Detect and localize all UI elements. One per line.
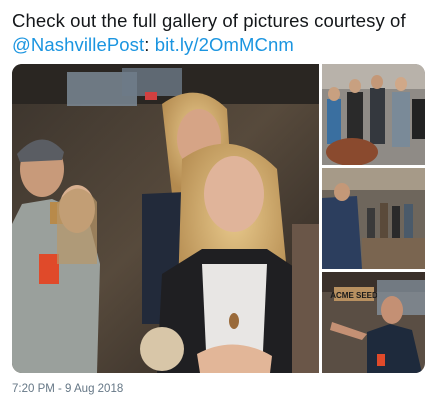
acme-sign-text: ACME SEED (330, 291, 378, 300)
short-url-link[interactable]: bit.ly/2OmMCnm (155, 34, 294, 55)
photo-gallery: ACME SEED (12, 64, 425, 373)
event-crowd-photo (322, 168, 425, 269)
tweet-timestamp[interactable]: 7:20 PM - 9 Aug 2018 (12, 383, 123, 395)
gallery-photo-4[interactable]: ACME SEED (322, 272, 425, 373)
gallery-photo-2[interactable] (322, 64, 425, 165)
tweet-text-prefix: Check out the full gallery of pictures c… (12, 10, 406, 31)
gallery-photo-3[interactable] (322, 168, 425, 269)
tweet-text: Check out the full gallery of pictures c… (12, 9, 424, 57)
gallery-photo-main[interactable] (12, 64, 319, 373)
tweet-separator: : (144, 34, 155, 55)
mention-link[interactable]: @NashvillePost (12, 34, 144, 55)
man-on-stage-photo: ACME SEED (322, 272, 425, 373)
event-crowd-photo (12, 64, 319, 373)
event-group-photo (322, 64, 425, 165)
